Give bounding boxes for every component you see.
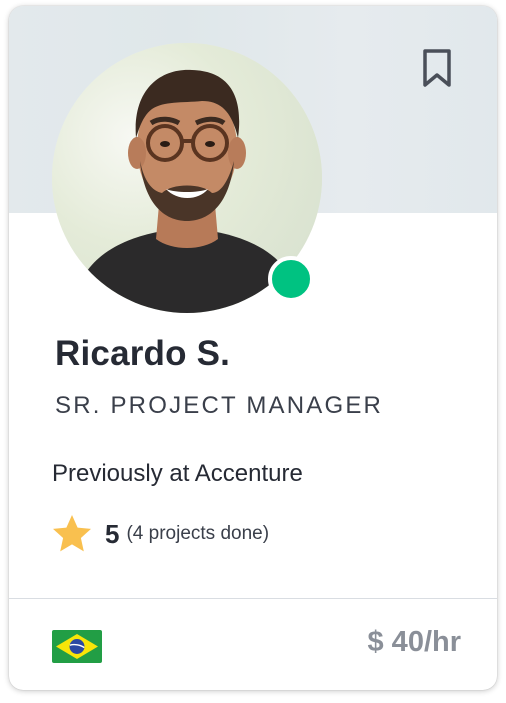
previous-employer: Previously at Accenture — [52, 460, 303, 487]
talent-name[interactable]: Ricardo S. — [55, 334, 230, 374]
avatar[interactable] — [52, 43, 322, 313]
star-icon — [53, 515, 91, 552]
rating: 5 (4 projects done) — [51, 514, 269, 554]
talent-title: SR. PROJECT MANAGER — [55, 392, 384, 419]
brazil-flag-icon — [52, 630, 102, 663]
talent-card[interactable]: Ricardo S. SR. PROJECT MANAGER Previousl… — [9, 6, 497, 690]
rating-value: 5 — [105, 518, 120, 549]
divider — [9, 598, 497, 599]
hourly-rate: $ 40/hr — [367, 626, 462, 658]
rating-detail: (4 projects done) — [126, 523, 270, 544]
online-status-indicator — [268, 256, 314, 302]
bookmark-icon[interactable] — [421, 48, 453, 88]
